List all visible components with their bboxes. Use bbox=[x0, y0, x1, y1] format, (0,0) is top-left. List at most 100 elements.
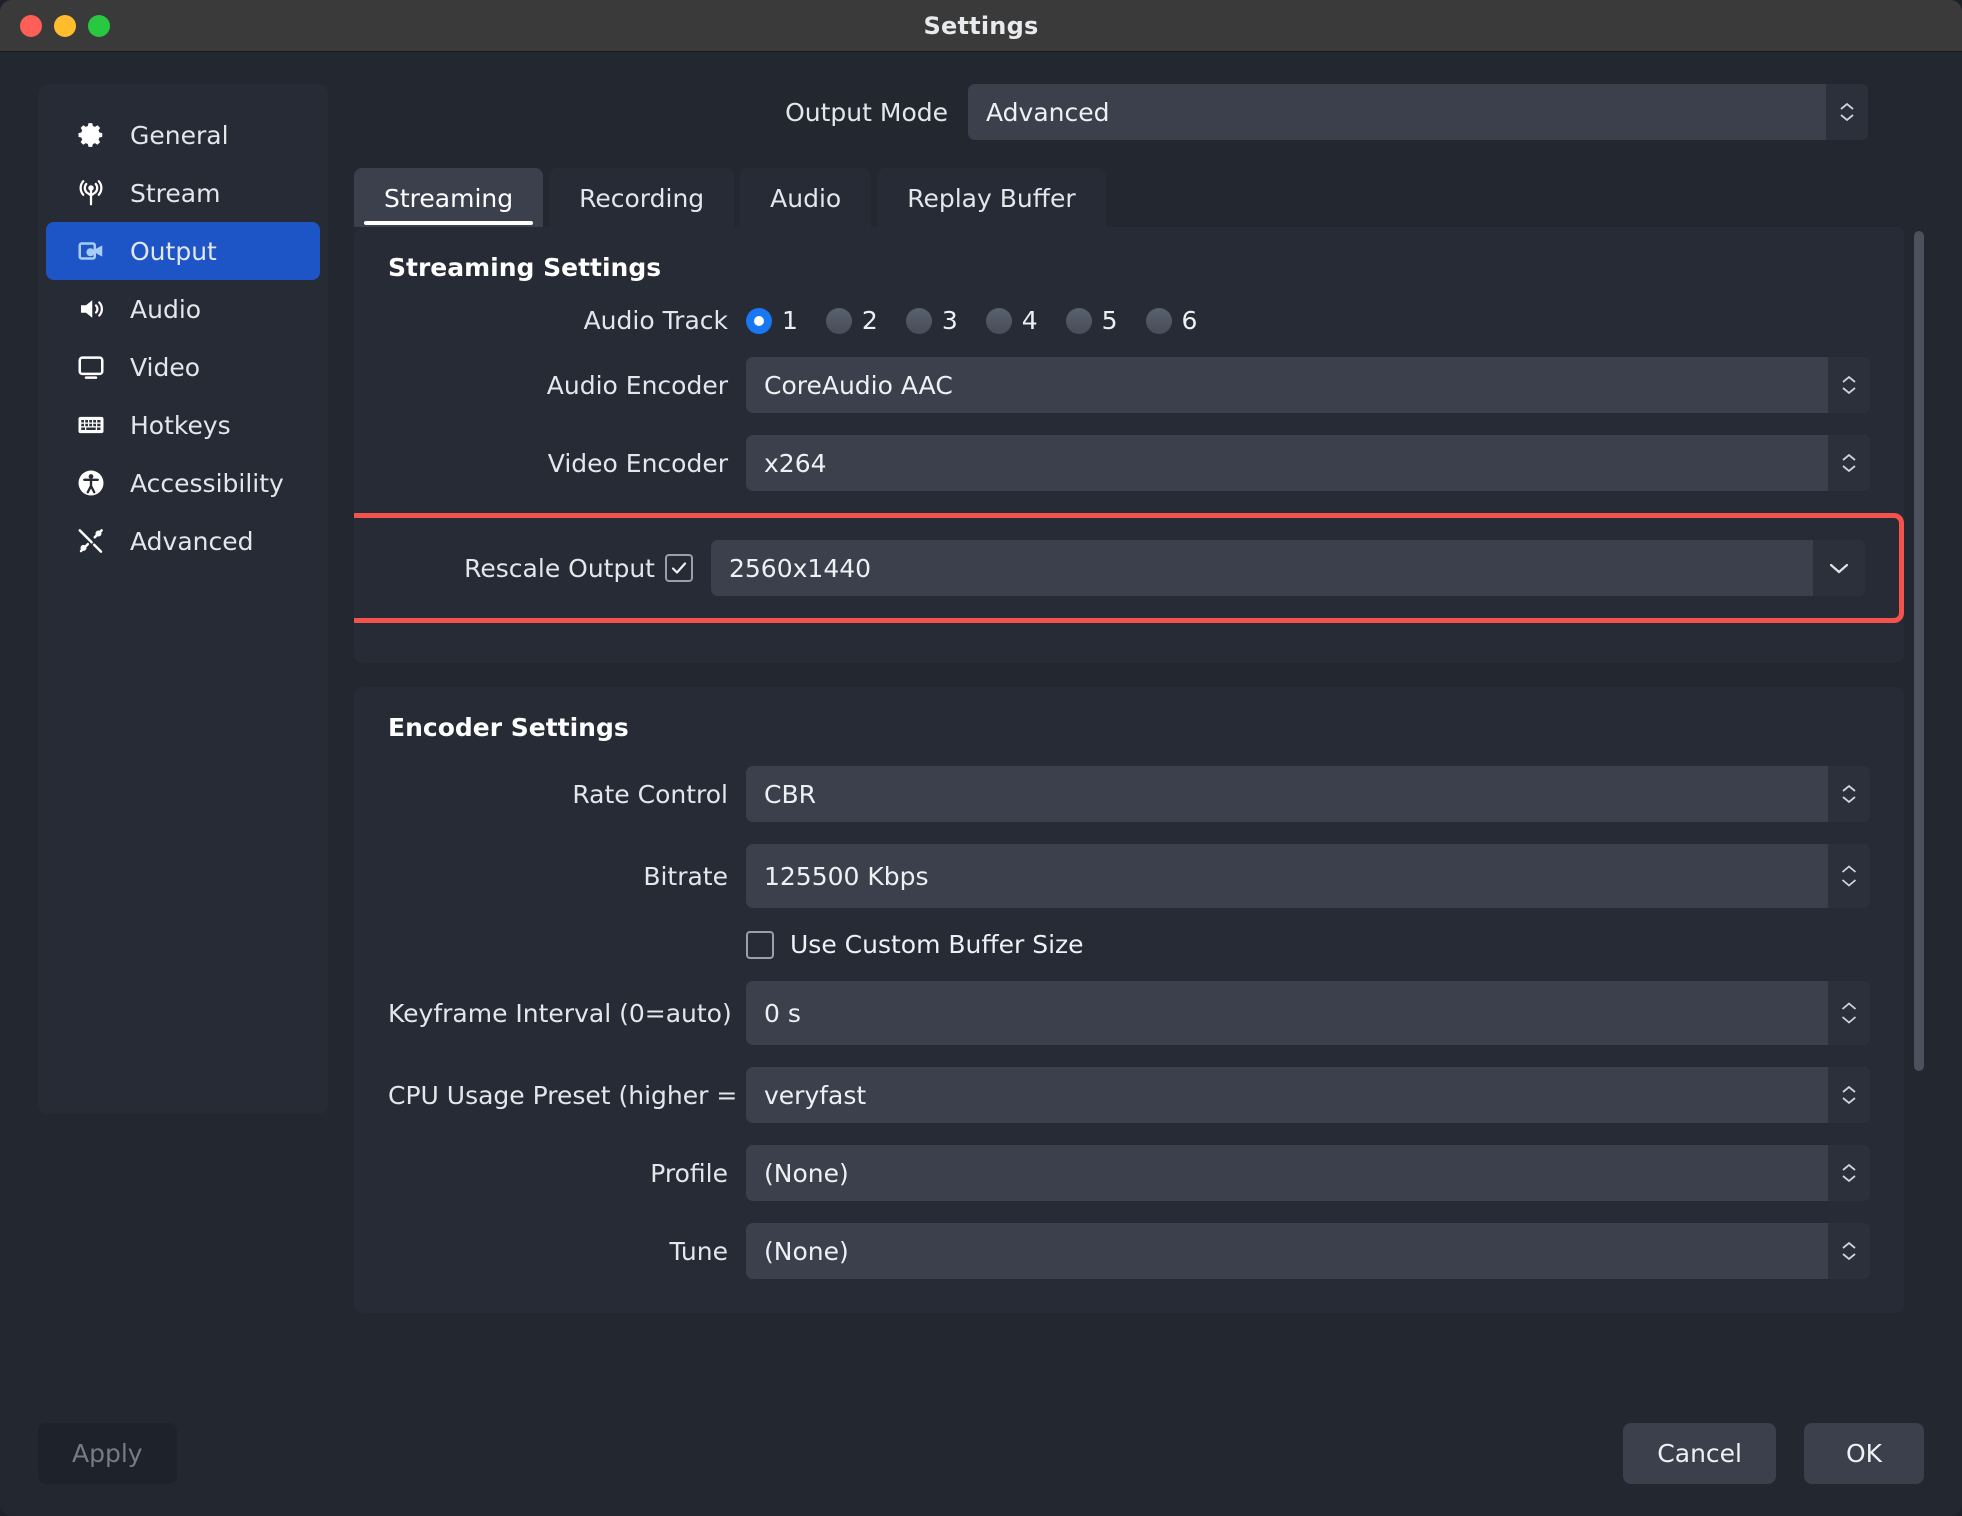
audio-encoder-value: CoreAudio AAC bbox=[746, 357, 1828, 413]
audio-track-option-2[interactable]: 2 bbox=[826, 306, 878, 335]
tune-spinner[interactable] bbox=[1828, 1223, 1870, 1279]
scrollbar-thumb[interactable] bbox=[1914, 231, 1924, 1071]
tab-audio[interactable]: Audio bbox=[740, 168, 871, 227]
rate-control-select[interactable]: CBR bbox=[746, 766, 1870, 822]
radio-label: 4 bbox=[1022, 306, 1038, 335]
gear-icon bbox=[74, 118, 108, 152]
use-custom-buffer-size-checkbox[interactable] bbox=[746, 931, 774, 959]
sidebar-item-label: Accessibility bbox=[130, 469, 284, 498]
tools-icon bbox=[74, 524, 108, 558]
output-mode-spinner[interactable] bbox=[1826, 84, 1868, 140]
radio-button[interactable] bbox=[1146, 308, 1172, 334]
profile-value: (None) bbox=[746, 1145, 1828, 1201]
audio-encoder-select[interactable]: CoreAudio AAC bbox=[746, 357, 1870, 413]
custom-buffer-row: Use Custom Buffer Size bbox=[388, 930, 1870, 959]
sidebar-item-stream[interactable]: Stream bbox=[46, 164, 320, 222]
audio-track-label: Audio Track bbox=[388, 306, 728, 335]
keyframe-interval-row: Keyframe Interval (0=auto) 0 s bbox=[388, 981, 1870, 1045]
settings-sidebar: General Stream bbox=[38, 84, 328, 1114]
chevron-down-icon[interactable] bbox=[1813, 540, 1865, 596]
tune-label: Tune bbox=[388, 1237, 728, 1266]
rescale-output-value: 2560x1440 bbox=[711, 540, 1813, 596]
radio-button[interactable] bbox=[906, 308, 932, 334]
audio-track-option-3[interactable]: 3 bbox=[906, 306, 958, 335]
video-encoder-select[interactable]: x264 bbox=[746, 435, 1870, 491]
tab-label: Streaming bbox=[384, 184, 513, 213]
rescale-output-row: Rescale Output 2560x1440 bbox=[393, 540, 1865, 596]
monitor-icon bbox=[74, 350, 108, 384]
radio-button[interactable] bbox=[826, 308, 852, 334]
streaming-settings-group: Streaming Settings Audio Track 1 bbox=[354, 227, 1904, 663]
sidebar-item-output[interactable]: Output bbox=[46, 222, 320, 280]
tune-select[interactable]: (None) bbox=[746, 1223, 1870, 1279]
settings-window: Settings General bbox=[0, 0, 1962, 1516]
keyboard-icon bbox=[74, 408, 108, 442]
rate-control-row: Rate Control CBR bbox=[388, 766, 1870, 822]
output-tabs: Streaming Recording Audio Replay Buffer bbox=[354, 168, 1924, 227]
sidebar-item-accessibility[interactable]: Accessibility bbox=[46, 454, 320, 512]
output-mode-label: Output Mode bbox=[785, 98, 948, 127]
use-custom-buffer-size-label: Use Custom Buffer Size bbox=[790, 930, 1084, 959]
sidebar-item-label: Hotkeys bbox=[130, 411, 231, 440]
bitrate-label: Bitrate bbox=[388, 862, 728, 891]
cpu-usage-preset-select[interactable]: veryfast bbox=[746, 1067, 1870, 1123]
sidebar-item-label: Advanced bbox=[130, 527, 254, 556]
radio-button[interactable] bbox=[986, 308, 1012, 334]
keyframe-interval-stepper[interactable] bbox=[1828, 981, 1870, 1045]
sidebar-item-hotkeys[interactable]: Hotkeys bbox=[46, 396, 320, 454]
sidebar-item-advanced[interactable]: Advanced bbox=[46, 512, 320, 570]
profile-select[interactable]: (None) bbox=[746, 1145, 1870, 1201]
audio-encoder-spinner[interactable] bbox=[1828, 357, 1870, 413]
cpu-usage-preset-spinner[interactable] bbox=[1828, 1067, 1870, 1123]
rate-control-label: Rate Control bbox=[388, 780, 728, 809]
video-encoder-label: Video Encoder bbox=[388, 449, 728, 478]
profile-spinner[interactable] bbox=[1828, 1145, 1870, 1201]
rescale-output-checkbox[interactable] bbox=[665, 554, 693, 582]
radio-label: 6 bbox=[1182, 306, 1198, 335]
tune-value: (None) bbox=[746, 1223, 1828, 1279]
apply-button[interactable]: Apply bbox=[38, 1423, 177, 1484]
audio-track-option-1[interactable]: 1 bbox=[746, 306, 798, 335]
audio-encoder-label: Audio Encoder bbox=[388, 371, 728, 400]
tab-recording[interactable]: Recording bbox=[549, 168, 734, 227]
sidebar-item-audio[interactable]: Audio bbox=[46, 280, 320, 338]
rescale-output-select[interactable]: 2560x1440 bbox=[711, 540, 1865, 596]
radio-label: 3 bbox=[942, 306, 958, 335]
rate-control-spinner[interactable] bbox=[1828, 766, 1870, 822]
cancel-button[interactable]: Cancel bbox=[1623, 1423, 1776, 1484]
output-mode-select[interactable]: Advanced bbox=[968, 84, 1868, 140]
encoder-settings-title: Encoder Settings bbox=[388, 713, 1870, 742]
bitrate-stepper[interactable] bbox=[1828, 844, 1870, 908]
audio-track-option-6[interactable]: 6 bbox=[1146, 306, 1198, 335]
use-custom-buffer-size-control[interactable]: Use Custom Buffer Size bbox=[746, 930, 1870, 959]
cpu-usage-preset-value: veryfast bbox=[746, 1067, 1828, 1123]
bitrate-spinbox[interactable]: 125500 Kbps bbox=[746, 844, 1870, 908]
streaming-settings-title: Streaming Settings bbox=[388, 253, 1870, 282]
ok-button[interactable]: OK bbox=[1804, 1423, 1924, 1484]
sidebar-item-general[interactable]: General bbox=[46, 106, 320, 164]
sidebar-item-video[interactable]: Video bbox=[46, 338, 320, 396]
tab-streaming[interactable]: Streaming bbox=[354, 168, 543, 227]
keyframe-interval-spinbox[interactable]: 0 s bbox=[746, 981, 1870, 1045]
dialog-footer: Apply Cancel OK bbox=[0, 1390, 1962, 1516]
tab-label: Replay Buffer bbox=[907, 184, 1075, 213]
audio-track-option-4[interactable]: 4 bbox=[986, 306, 1038, 335]
footer-actions: Cancel OK bbox=[1623, 1423, 1924, 1484]
audio-track-option-5[interactable]: 5 bbox=[1066, 306, 1118, 335]
bitrate-row: Bitrate 125500 Kbps bbox=[388, 844, 1870, 908]
radio-label: 2 bbox=[862, 306, 878, 335]
keyframe-interval-value: 0 s bbox=[746, 981, 1828, 1045]
tab-replay-buffer[interactable]: Replay Buffer bbox=[877, 168, 1105, 227]
sidebar-item-label: Output bbox=[130, 237, 217, 266]
output-mode-value: Advanced bbox=[968, 84, 1826, 140]
profile-label: Profile bbox=[388, 1159, 728, 1188]
vertical-scrollbar[interactable] bbox=[1914, 231, 1924, 1364]
video-encoder-spinner[interactable] bbox=[1828, 435, 1870, 491]
rate-control-value: CBR bbox=[746, 766, 1828, 822]
radio-button[interactable] bbox=[746, 308, 772, 334]
audio-encoder-row: Audio Encoder CoreAudio AAC bbox=[388, 357, 1870, 413]
radio-label: 1 bbox=[782, 306, 798, 335]
output-mode-row: Output Mode Advanced bbox=[354, 84, 1924, 140]
broadcast-icon bbox=[74, 176, 108, 210]
radio-button[interactable] bbox=[1066, 308, 1092, 334]
